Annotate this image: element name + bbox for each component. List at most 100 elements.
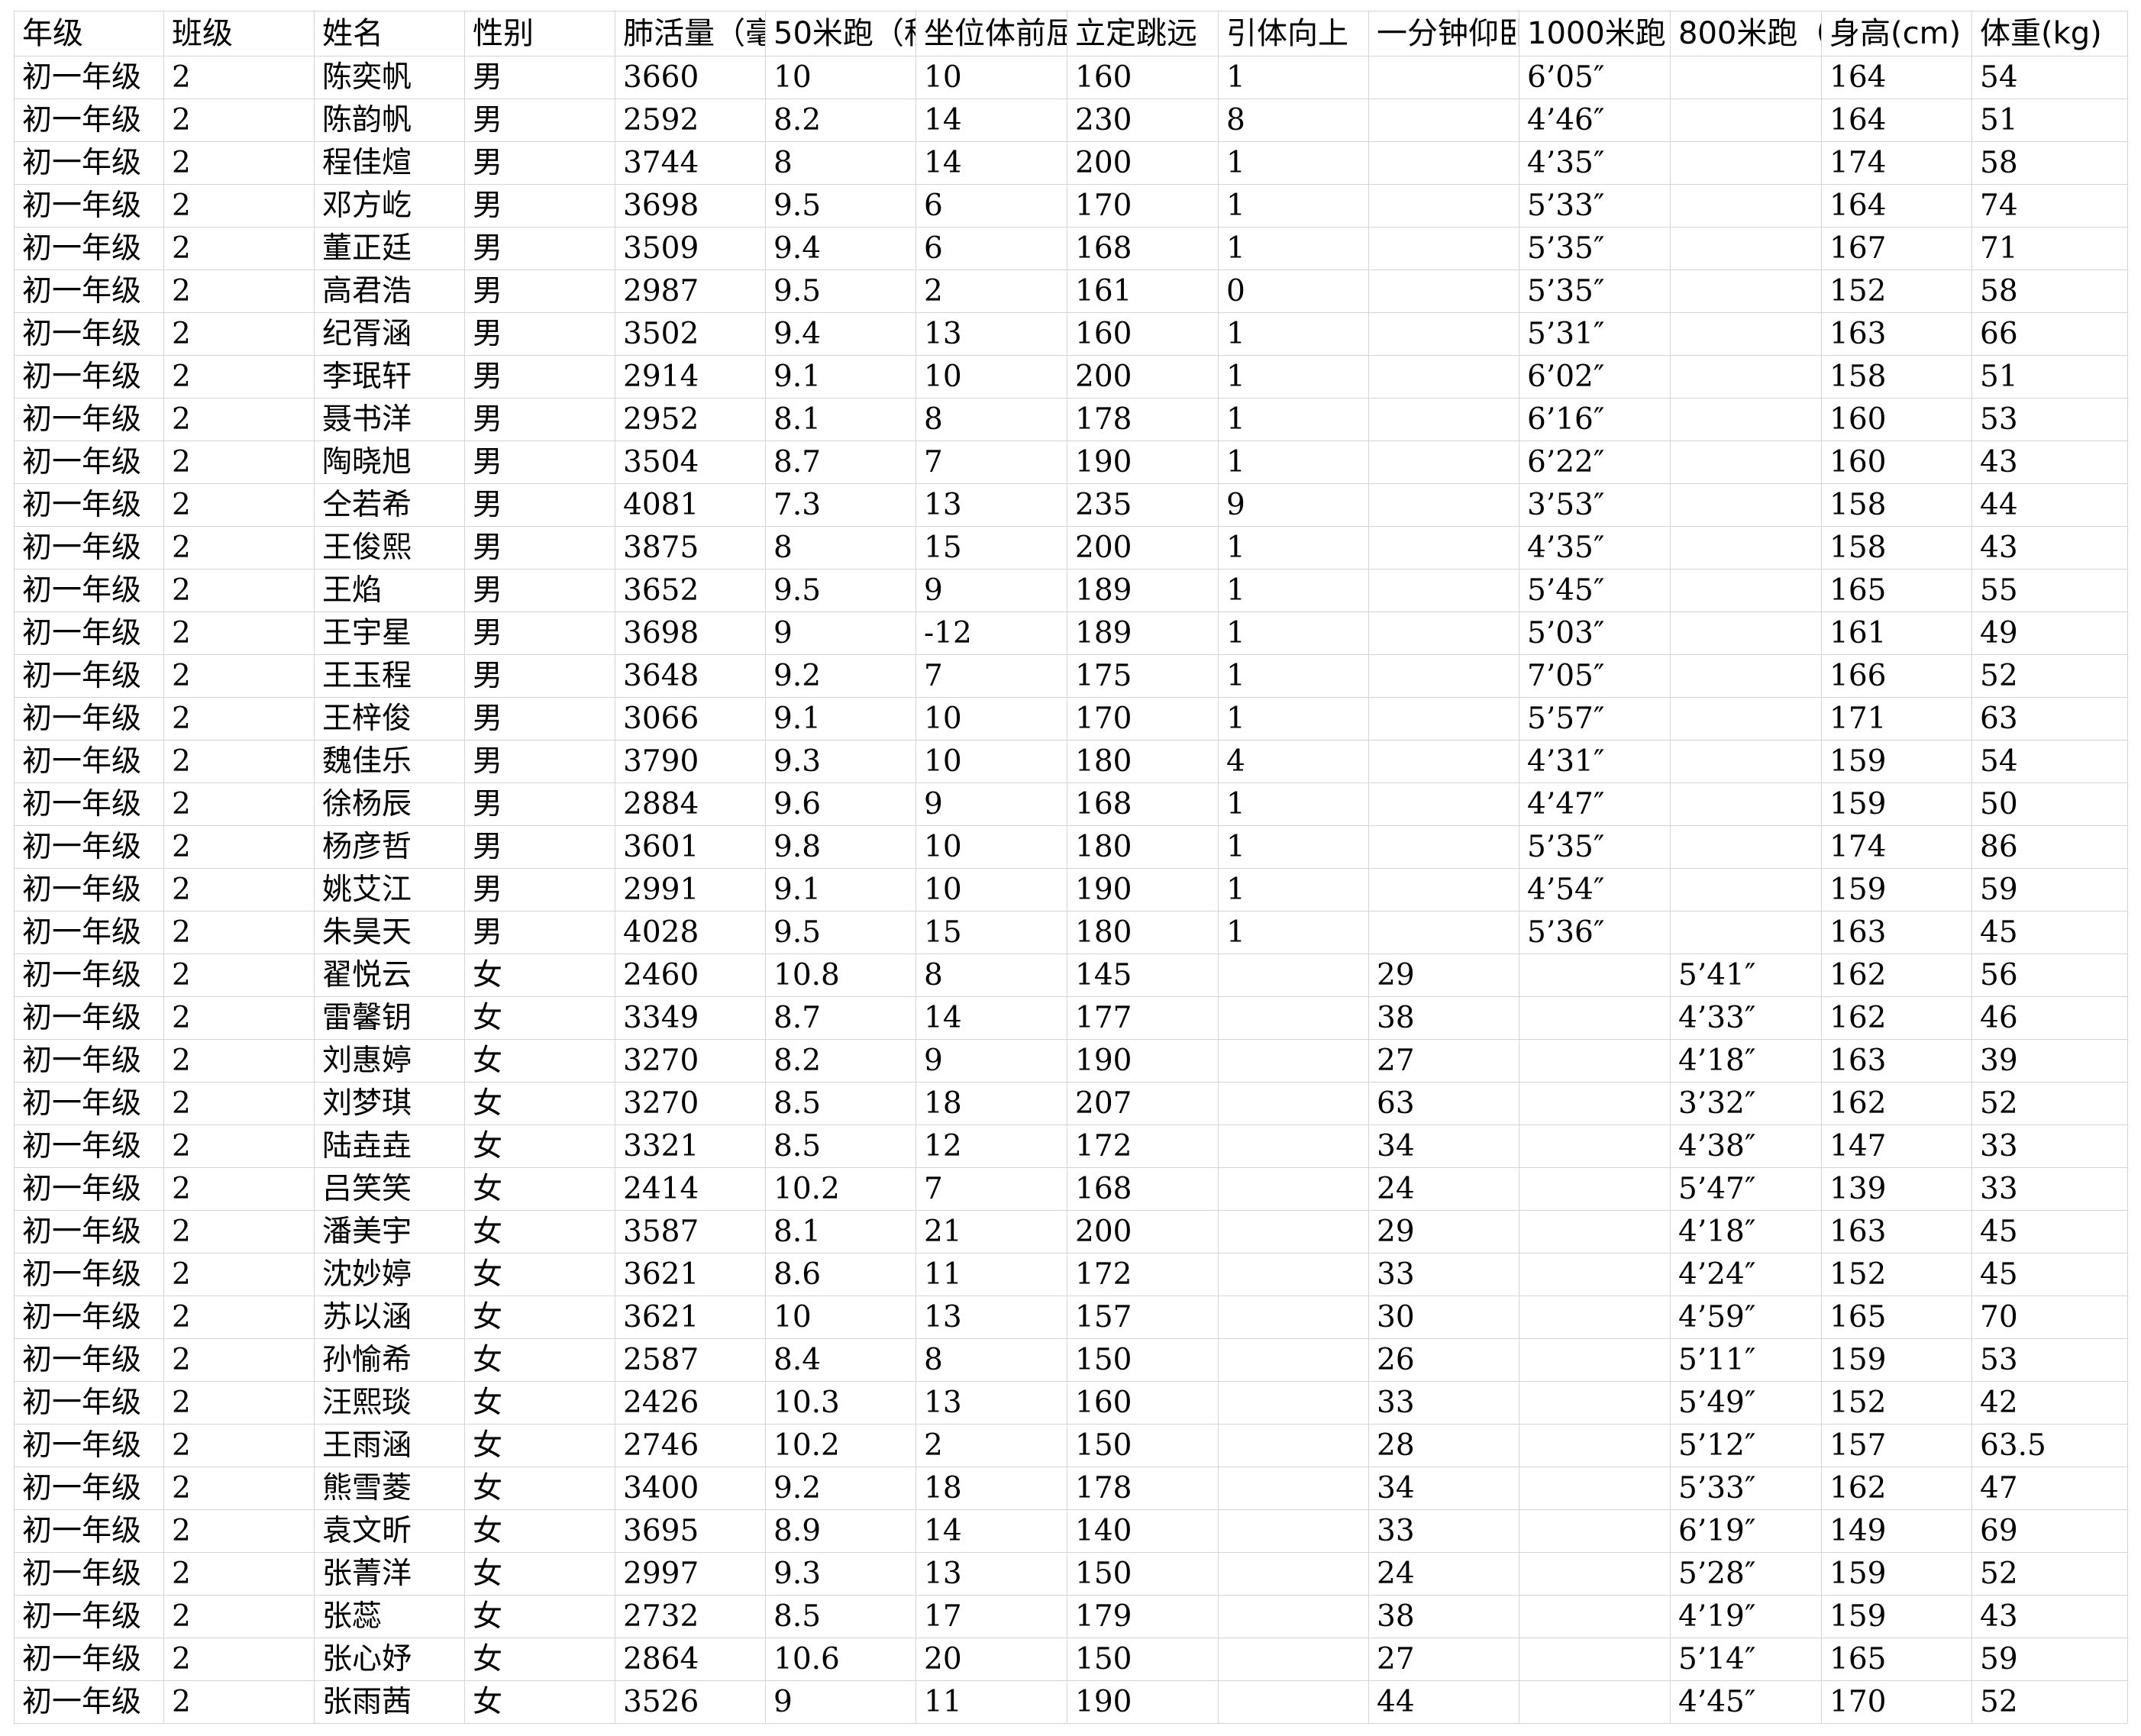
table-cell[interactable]: 3790: [615, 740, 766, 783]
table-cell[interactable]: [1519, 1125, 1671, 1168]
table-cell[interactable]: 180: [1067, 740, 1219, 783]
table-cell[interactable]: [1670, 611, 1822, 655]
table-cell[interactable]: 9: [915, 782, 1067, 826]
table-cell[interactable]: [1218, 1296, 1369, 1339]
table-cell[interactable]: 45: [1971, 1210, 2128, 1254]
table-cell[interactable]: 10: [765, 56, 916, 99]
table-cell[interactable]: [1670, 825, 1822, 869]
table-cell[interactable]: 2: [163, 227, 315, 270]
table-cell[interactable]: 2414: [615, 1167, 766, 1211]
table-cell[interactable]: 4’59″: [1670, 1296, 1822, 1339]
table-cell[interactable]: 聂书洋: [314, 398, 465, 441]
table-cell[interactable]: 27: [1368, 1638, 1519, 1681]
table-cell[interactable]: 13: [915, 1552, 1067, 1596]
table-cell[interactable]: 汪熙琰: [314, 1381, 465, 1425]
table-cell[interactable]: 初一年级: [14, 569, 164, 612]
table-cell[interactable]: 9: [915, 569, 1067, 612]
table-cell[interactable]: 初一年级: [14, 1167, 164, 1211]
table-cell[interactable]: 53: [1971, 398, 2128, 441]
table-cell[interactable]: [1368, 611, 1519, 655]
table-cell[interactable]: [1519, 1381, 1671, 1425]
table-cell[interactable]: 9.1: [765, 355, 916, 399]
column-header[interactable]: 800米跑（分秒）: [1670, 11, 1822, 56]
table-cell[interactable]: 仝若希: [314, 483, 465, 527]
table-cell[interactable]: 15: [915, 911, 1067, 954]
table-cell[interactable]: 8.6: [765, 1253, 916, 1296]
table-cell[interactable]: 14: [915, 98, 1067, 142]
table-cell[interactable]: 166: [1821, 654, 1972, 698]
table-cell[interactable]: 3648: [615, 654, 766, 698]
table-cell[interactable]: 吕笑笑: [314, 1167, 465, 1211]
table-cell[interactable]: [1519, 1509, 1671, 1553]
table-cell[interactable]: 9: [765, 611, 916, 655]
table-cell[interactable]: 6: [915, 184, 1067, 227]
table-cell[interactable]: 3698: [615, 184, 766, 227]
table-cell[interactable]: 10.8: [765, 954, 916, 997]
table-cell[interactable]: 初一年级: [14, 398, 164, 441]
table-cell[interactable]: 18: [915, 1082, 1067, 1125]
table-cell[interactable]: 159: [1821, 1338, 1972, 1382]
table-cell[interactable]: 165: [1821, 1638, 1972, 1681]
table-cell[interactable]: 163: [1821, 1039, 1972, 1083]
table-cell[interactable]: 3509: [615, 227, 766, 270]
table-cell[interactable]: [1368, 911, 1519, 954]
table-cell[interactable]: 230: [1067, 98, 1219, 142]
table-cell[interactable]: 2: [163, 1467, 315, 1510]
table-cell[interactable]: [1368, 184, 1519, 227]
table-cell[interactable]: 200: [1067, 1210, 1219, 1254]
table-cell[interactable]: 2: [163, 483, 315, 527]
table-cell[interactable]: 54: [1971, 56, 2128, 99]
table-cell[interactable]: 10: [915, 355, 1067, 399]
table-cell[interactable]: [1218, 1381, 1369, 1425]
table-cell[interactable]: 初一年级: [14, 1082, 164, 1125]
table-cell[interactable]: 63: [1971, 697, 2128, 741]
table-cell[interactable]: 8: [915, 1338, 1067, 1382]
table-cell[interactable]: 初一年级: [14, 1296, 164, 1339]
table-cell[interactable]: 3695: [615, 1509, 766, 1553]
table-cell[interactable]: 男: [464, 98, 615, 142]
table-cell[interactable]: 女: [464, 1381, 615, 1425]
table-cell[interactable]: 初一年级: [14, 740, 164, 783]
table-cell[interactable]: 161: [1067, 269, 1219, 313]
table-cell[interactable]: 9.1: [765, 868, 916, 912]
table-cell[interactable]: 20: [915, 1638, 1067, 1681]
table-cell[interactable]: 8: [1218, 98, 1369, 142]
table-cell[interactable]: 189: [1067, 611, 1219, 655]
table-cell[interactable]: 168: [1067, 782, 1219, 826]
table-cell[interactable]: [1670, 269, 1822, 313]
table-cell[interactable]: 刘惠婷: [314, 1039, 465, 1083]
table-cell[interactable]: 王焰: [314, 569, 465, 612]
table-cell[interactable]: [1670, 911, 1822, 954]
table-cell[interactable]: 1: [1218, 355, 1369, 399]
table-cell[interactable]: 11: [915, 1253, 1067, 1296]
table-cell[interactable]: 初一年级: [14, 355, 164, 399]
table-cell[interactable]: 54: [1971, 740, 2128, 783]
table-cell[interactable]: 男: [464, 141, 615, 185]
table-cell[interactable]: 2: [163, 654, 315, 698]
table-cell[interactable]: 3270: [615, 1082, 766, 1125]
table-cell[interactable]: 158: [1821, 483, 1972, 527]
table-cell[interactable]: 34: [1368, 1467, 1519, 1510]
table-cell[interactable]: 3698: [615, 611, 766, 655]
table-cell[interactable]: 3270: [615, 1039, 766, 1083]
table-cell[interactable]: 5’31″: [1519, 312, 1671, 356]
table-cell[interactable]: 2: [163, 269, 315, 313]
table-cell[interactable]: [1218, 1338, 1369, 1382]
table-cell[interactable]: 162: [1821, 996, 1972, 1040]
table-cell[interactable]: 53: [1971, 1338, 2128, 1382]
table-cell[interactable]: 33: [1368, 1509, 1519, 1553]
table-cell[interactable]: 33: [1971, 1167, 2128, 1211]
table-cell[interactable]: 2: [915, 1424, 1067, 1467]
table-cell[interactable]: 1: [1218, 56, 1369, 99]
table-cell[interactable]: [1368, 398, 1519, 441]
table-cell[interactable]: 1: [1218, 911, 1369, 954]
table-cell[interactable]: 8.5: [765, 1595, 916, 1638]
table-cell[interactable]: 6: [915, 227, 1067, 270]
table-cell[interactable]: 初一年级: [14, 1253, 164, 1296]
table-cell[interactable]: 2592: [615, 98, 766, 142]
table-cell[interactable]: 初一年级: [14, 1125, 164, 1168]
table-cell[interactable]: 2: [163, 1039, 315, 1083]
table-cell[interactable]: [1218, 1125, 1369, 1168]
table-cell[interactable]: 初一年级: [14, 1680, 164, 1724]
table-cell[interactable]: 3502: [615, 312, 766, 356]
